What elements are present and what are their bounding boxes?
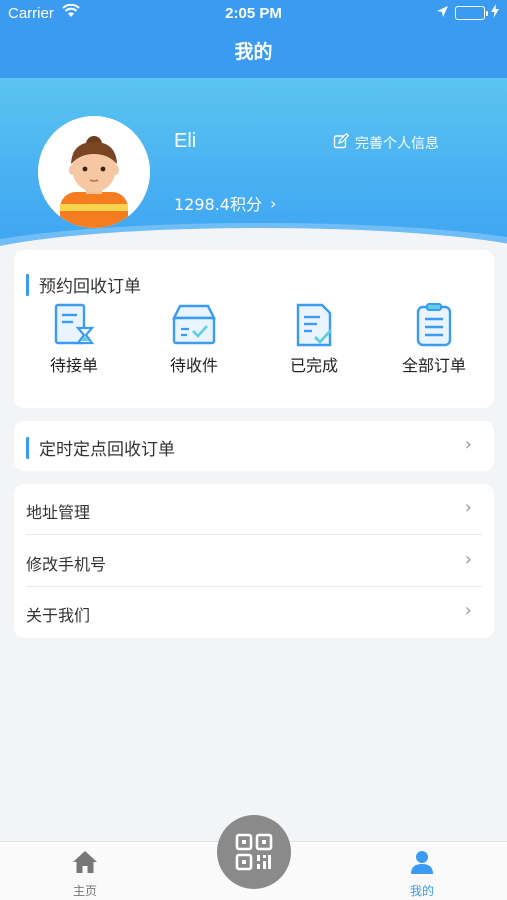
page-title: 我的 — [234, 41, 273, 63]
app-header: Carrier 2:05 PM 我的 — [0, 0, 507, 78]
order-item-all[interactable]: 全部订单 — [374, 302, 494, 376]
tab-home-label: 主页 — [72, 884, 97, 898]
all-orders-clipboard-icon — [416, 303, 452, 347]
chevron-right-icon: › — [464, 497, 472, 518]
orders-section-title: 预约回收订单 — [39, 277, 141, 297]
order-item-label: 已完成 — [289, 356, 338, 375]
battery-icon — [455, 6, 488, 20]
tab-mine[interactable]: 我的 — [382, 850, 462, 899]
chevron-right-icon: › — [464, 549, 472, 570]
points-link[interactable]: 1298.4积分 › — [174, 191, 276, 215]
edit-icon — [333, 132, 350, 153]
user-icon — [411, 851, 433, 874]
menu-item-about[interactable]: 关于我们 › — [14, 587, 494, 638]
orders-card: 预约回收订单 待接单 待收件 已完成 全部订单 — [14, 250, 494, 408]
status-time: 2:05 PM — [225, 5, 282, 22]
qr-code-icon — [235, 833, 273, 871]
menu-item-label: 关于我们 — [26, 606, 91, 625]
scheduled-orders-row[interactable]: 定时定点回收订单 › — [14, 421, 494, 471]
order-item-completed[interactable]: 已完成 — [254, 302, 374, 376]
order-item-label: 待接单 — [49, 356, 98, 375]
pending-order-icon — [54, 303, 95, 345]
scheduled-section-header: 定时定点回收订单 — [26, 435, 175, 460]
avatar[interactable] — [38, 116, 150, 228]
settings-menu: 地址管理 › 修改手机号 › 关于我们 › — [14, 484, 494, 638]
completed-doc-icon — [296, 303, 333, 347]
points-value: 1298.4积分 — [174, 195, 262, 214]
menu-item-change-phone[interactable]: 修改手机号 › — [14, 536, 494, 587]
divider — [26, 534, 482, 535]
to-collect-box-icon — [172, 304, 216, 345]
order-item-label: 待收件 — [169, 356, 218, 375]
order-item-label: 全部订单 — [401, 356, 466, 375]
scan-qr-button[interactable] — [217, 815, 291, 889]
status-bar: Carrier 2:05 PM — [0, 0, 507, 26]
user-name: Eli — [174, 130, 197, 152]
chevron-right-icon: › — [464, 434, 472, 455]
section-accent-bar — [26, 273, 29, 296]
tab-home[interactable]: 主页 — [45, 850, 125, 899]
tab-mine-label: 我的 — [409, 884, 434, 898]
avatar-illustration-icon — [38, 116, 150, 228]
home-icon — [73, 851, 97, 873]
section-accent-bar — [26, 436, 29, 459]
orders-section-header: 预约回收订单 — [26, 272, 141, 297]
order-status-list: 待接单 待收件 已完成 全部订单 — [14, 302, 494, 376]
menu-item-address[interactable]: 地址管理 › — [14, 484, 494, 535]
order-item-to-collect[interactable]: 待收件 — [134, 302, 254, 376]
menu-item-label: 修改手机号 — [26, 555, 107, 574]
edit-profile-link[interactable]: 完善个人信息 — [333, 132, 439, 153]
charging-bolt-icon — [491, 4, 499, 22]
order-item-pending[interactable]: 待接单 — [14, 302, 134, 376]
edit-profile-label: 完善个人信息 — [355, 136, 439, 152]
chevron-right-icon: › — [464, 600, 472, 621]
scheduled-title: 定时定点回收订单 — [39, 440, 175, 460]
menu-item-label: 地址管理 — [26, 503, 91, 522]
chevron-right-icon: › — [270, 193, 277, 213]
location-arrow-icon — [436, 4, 449, 22]
